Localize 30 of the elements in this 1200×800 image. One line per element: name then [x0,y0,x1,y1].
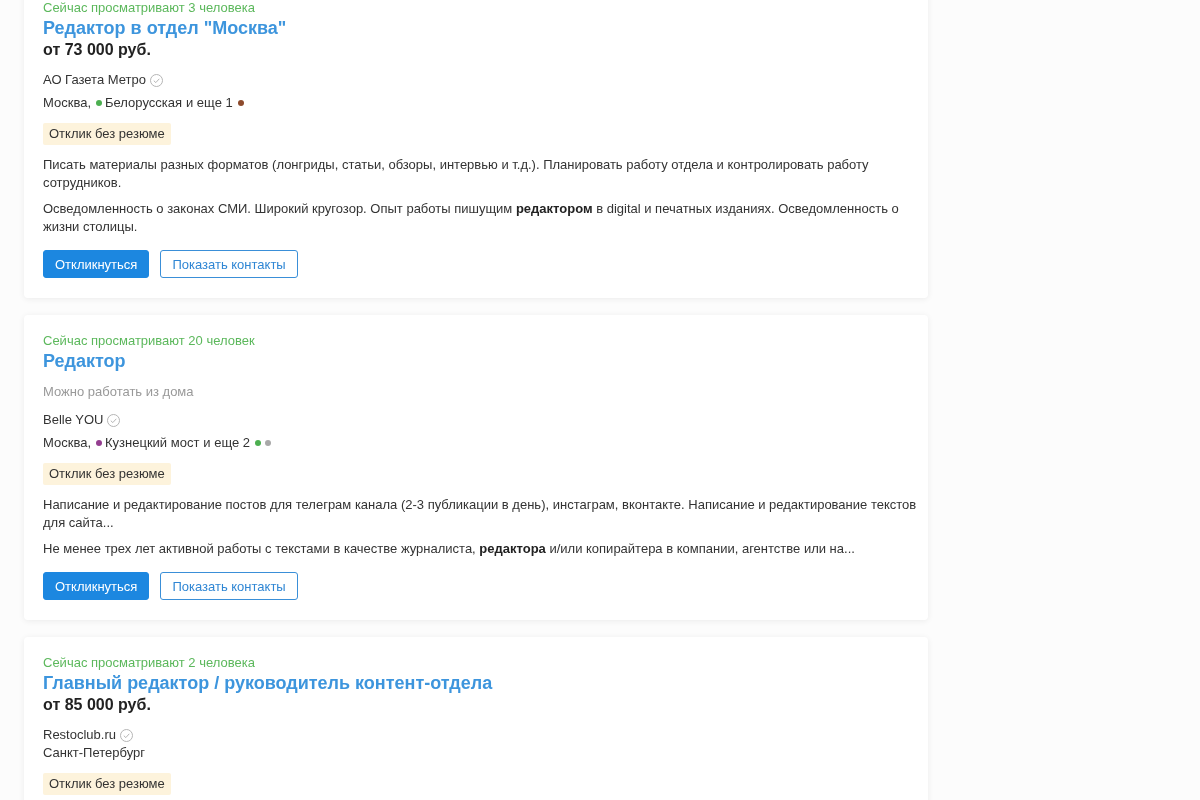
show-contacts-button[interactable]: Показать контакты [160,572,298,600]
no-resume-tag: Отклик без резюме [43,463,171,485]
remote-work-text: Можно работать из дома [43,383,194,401]
no-resume-tag: Отклик без резюме [43,773,171,795]
respond-button[interactable]: Откликнуться [43,572,150,600]
vacancy-title-link[interactable]: Редактор [43,350,126,372]
description-text: Осведомленность о законах СМИ. Широкий кругозор. Опыт работы пишущим редактором в digital и печатных изданиях. Осведомленность о жизни столицы. [43,200,900,236]
metro-station-text: Кузнецкий мост [105,434,200,452]
vacancy-title-link[interactable]: Редактор в отдел "Москва" [43,17,287,39]
more-stations-text: и еще 1 [186,94,233,112]
show-contacts-button[interactable]: Показать контакты [160,250,298,278]
city-text: Москва, [43,94,91,112]
viewer-count: Сейчас просматривают 3 человека [43,0,255,17]
company-link[interactable]: АО Газета Метро [43,71,146,89]
city-text: Москва, [43,434,91,452]
description-text: Написание и редактирование постов для телеграм канала (2-3 публикации в день), инстаграм, вконтакте. Написание и редактирование текстов для сайта... [43,496,918,532]
city-text: Санкт-Петербург [43,744,145,762]
metro-station-text: Белорусская [105,94,182,112]
salary-text: от 73 000 руб. [43,40,151,60]
vacancy-title-link[interactable]: Главный редактор / руководитель контент-отдела [43,672,493,694]
salary-text: от 85 000 руб. [43,695,151,715]
viewer-count: Сейчас просматривают 2 человека [43,654,255,672]
more-stations-text: и еще 2 [203,434,251,452]
respond-button[interactable]: Откликнуться [43,250,150,278]
viewer-count: Сейчас просматривают 20 человек [43,332,255,350]
company-link[interactable]: Restoclub.ru [43,726,116,744]
no-resume-tag: Отклик без резюме [43,123,171,145]
company-link[interactable]: Belle YOU [43,411,104,429]
description-text: Писать материалы разных форматов (лонгриды, статьи, обзоры, интервью и т.д.). Планировать работу отдела и контролировать работу сотрудников. [43,156,870,192]
description-text: Не менее трех лет активной работы с текстами в качестве журналиста, редактора и/или копирайтера в компании, агентстве или на... [43,540,856,558]
